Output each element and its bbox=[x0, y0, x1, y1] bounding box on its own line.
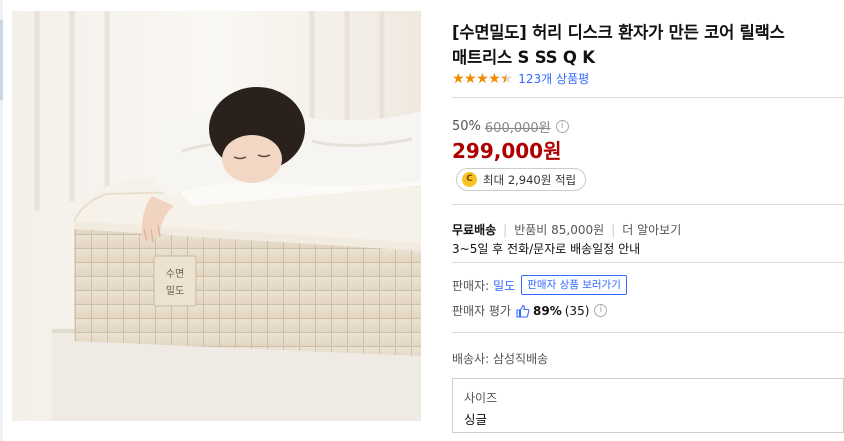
option-value: 싱글 bbox=[464, 412, 488, 427]
coin-icon: C bbox=[462, 172, 477, 187]
seller-label: 판매자: bbox=[452, 278, 490, 293]
separator: | bbox=[611, 222, 616, 237]
seller-row: 판매자: 밀도 판매자 상품 보러가기 bbox=[452, 275, 627, 295]
seller-eval-percent: 89% bbox=[533, 303, 562, 318]
rating-row: ★★★★★★★★★★ 123개 상품평 bbox=[452, 70, 589, 87]
left-edge-strip bbox=[0, 0, 3, 441]
delivery-company: 배송사: 삼성직배송 bbox=[452, 352, 549, 366]
product-image[interactable]: 수면 밀도 bbox=[12, 11, 421, 421]
return-fee: 반품비 85,000원 bbox=[514, 223, 605, 237]
shipping-row: 무료배송 | 반품비 85,000원 | 더 알아보기 bbox=[452, 221, 681, 238]
original-price-row: 50% 600,000원 i bbox=[452, 117, 569, 136]
seller-products-button[interactable]: 판매자 상품 보러가기 bbox=[521, 275, 627, 295]
thumbs-up-icon bbox=[516, 304, 530, 318]
left-edge-highlight bbox=[0, 20, 3, 100]
more-info-link[interactable]: 더 알아보기 bbox=[622, 221, 681, 238]
separator: | bbox=[503, 222, 508, 237]
review-count-link[interactable]: 123개 상품평 bbox=[518, 70, 589, 87]
image-tag-line2: 밀도 bbox=[166, 285, 184, 297]
image-tag-line1: 수면 bbox=[166, 268, 184, 280]
divider bbox=[452, 97, 844, 98]
original-price: 600,000원 bbox=[484, 121, 551, 136]
seller-name-link[interactable]: 밀도 bbox=[493, 277, 515, 294]
seller-eval-label: 판매자 평가 bbox=[452, 304, 512, 318]
seller-evaluation-row: 판매자 평가 89% (35) i bbox=[452, 302, 608, 319]
shipping-note: 3~5일 후 전화/문자로 배송일정 안내 bbox=[452, 242, 641, 256]
star-rating-fill: ★★★★★ bbox=[452, 70, 506, 87]
option-label: 사이즈 bbox=[464, 391, 498, 405]
divider bbox=[452, 332, 844, 333]
discount-rate: 50% bbox=[452, 119, 481, 134]
star-rating: ★★★★★★★★★★ bbox=[452, 70, 513, 87]
seller-eval-count: (35) bbox=[564, 303, 590, 318]
size-option-select[interactable]: 사이즈 싱글 bbox=[452, 378, 844, 433]
sale-price: 299,000원 bbox=[452, 139, 562, 163]
divider bbox=[452, 262, 844, 263]
info-icon[interactable]: i bbox=[555, 120, 569, 133]
cash-reward-text: 최대 2,940원 적립 bbox=[483, 172, 577, 187]
product-info-panel: [수면밀도] 허리 디스크 환자가 만든 코어 릴랙스 매트리스 S SS Q … bbox=[452, 0, 844, 441]
product-title: [수면밀도] 허리 디스크 환자가 만든 코어 릴랙스 매트리스 S SS Q … bbox=[452, 23, 785, 67]
info-icon[interactable]: i bbox=[594, 304, 608, 317]
free-shipping-label: 무료배송 bbox=[452, 223, 497, 237]
divider bbox=[452, 204, 844, 205]
cash-reward-badge[interactable]: C 최대 2,940원 적립 bbox=[456, 168, 587, 191]
